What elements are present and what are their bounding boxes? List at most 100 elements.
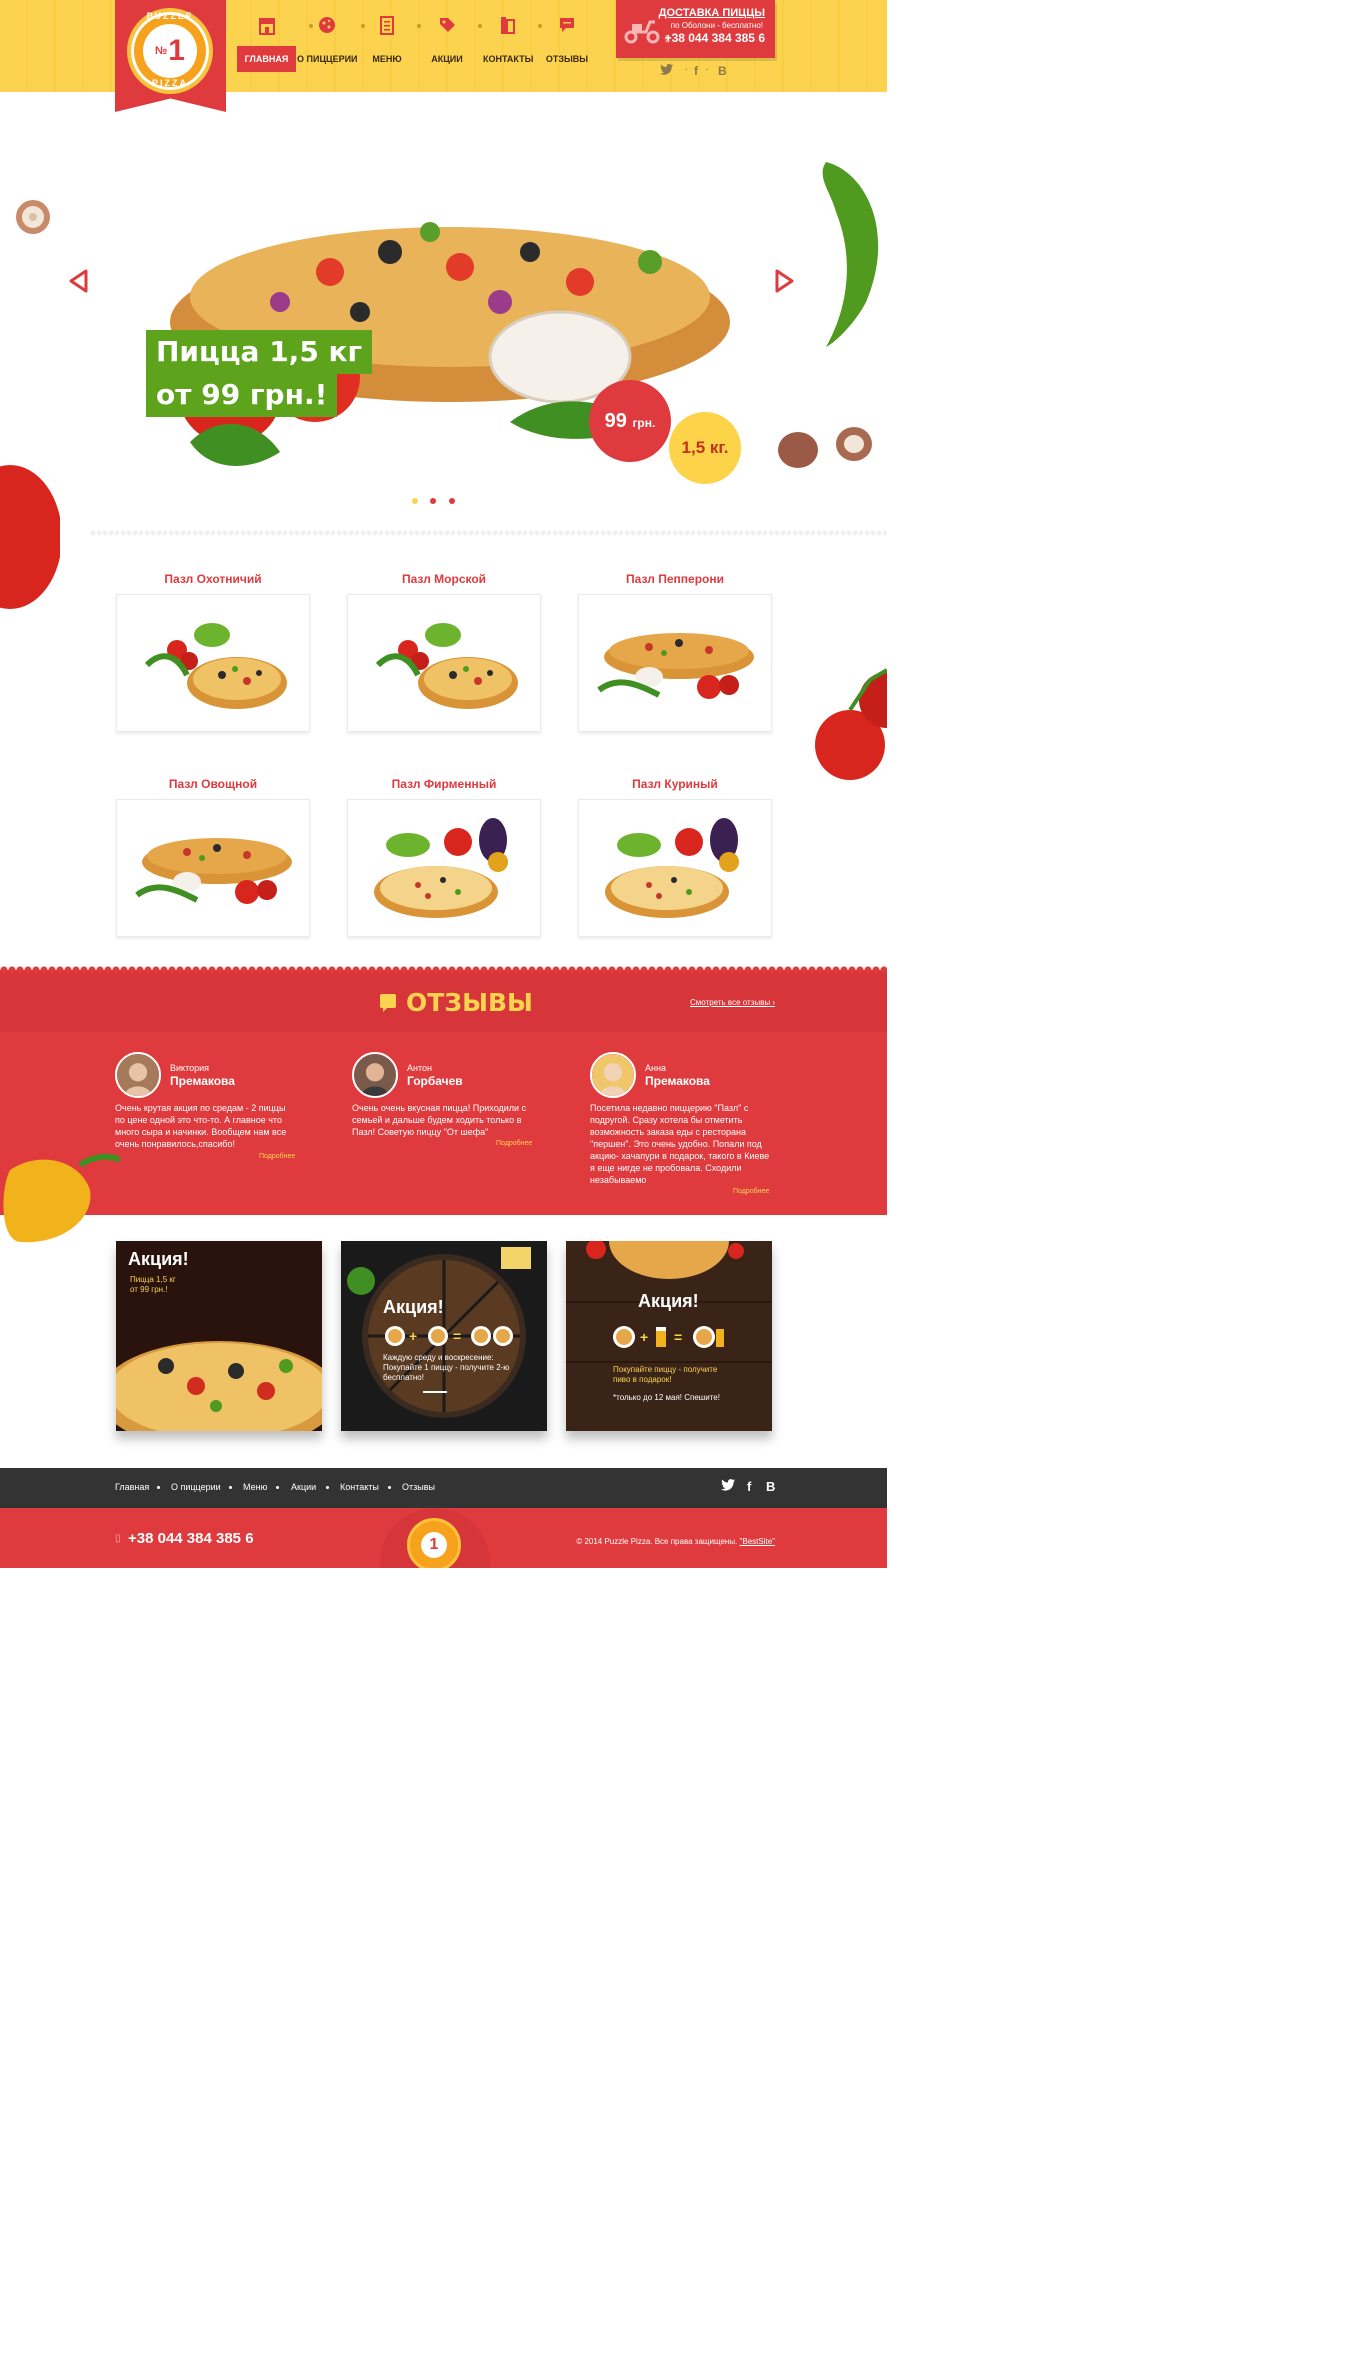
product-image-card[interactable] [116,594,310,732]
hero-divider [90,530,887,536]
nav-label: ГЛАВНАЯ [237,46,296,72]
footer-link-reviews[interactable]: Отзывы [402,1482,435,1492]
tag-icon [437,14,457,36]
footer-separator [326,1486,329,1489]
promo-title: Акция! [128,1249,189,1269]
review-text: Посетила недавно пиццерию "Пазл" с подру… [590,1103,770,1185]
reviewer-last-name: Горбачев [407,1074,463,1088]
nav-label: ОТЗЫВЫ [545,54,589,64]
avatar [115,1052,161,1098]
delivery-box[interactable]: ДОСТАВКА ПИЦЦЫ по Оболони - бесплатно! ▯… [616,0,775,58]
promo-text: Пицца 1,5 кг [130,1275,176,1284]
logo-digit: 1 [168,34,185,67]
twitter-icon[interactable] [660,64,673,78]
slider-next-arrow[interactable] [773,269,795,293]
vk-icon[interactable]: В [766,1479,775,1494]
svg-text:+: + [409,1328,417,1344]
delivery-phone[interactable]: +38 044 384 385 6 [665,31,765,45]
chat-icon [557,14,577,36]
footer-link-home[interactable]: Главная [115,1482,149,1492]
reviewer-first-name: Антон [407,1063,432,1073]
nav-separator [538,24,542,28]
nav-item-menu[interactable]: МЕНЮ [367,14,407,74]
nav-separator [478,24,482,28]
facebook-icon[interactable]: f [694,64,698,78]
nav-item-about[interactable]: О ПИЦЦЕРИИ [297,14,358,74]
footer-link-menu[interactable]: Меню [243,1482,267,1492]
svg-text:=: = [453,1328,461,1344]
footer-logo[interactable]: 1 [407,1518,461,1568]
developer-link[interactable]: "BestSite" [740,1537,775,1546]
vk-icon[interactable]: В [718,64,727,78]
avatar [352,1052,398,1098]
review-more-link[interactable]: Подробнее [259,1153,295,1160]
reviews-title: ОТЗЫВЫ [406,988,533,1017]
nav-item-contacts[interactable]: КОНТАКТЫ [483,14,534,74]
slider-dot[interactable] [449,498,455,504]
promo-text: Каждую среду и воскресение: Покупайте 1 … [383,1353,510,1382]
phone-icon [497,14,517,36]
product-name[interactable]: Пазл Куриный [578,777,772,791]
footer-link-about[interactable]: О пиццерии [171,1482,221,1492]
promo-underline [423,1391,447,1393]
footer-link-promos[interactable]: Акции [291,1482,316,1492]
pepper-decor-icon [822,162,879,347]
pizza-image [597,633,754,699]
delivery-title[interactable]: ДОСТАВКА ПИЦЦЫ [659,7,765,19]
see-all-reviews-link[interactable]: Смотреть все отзывы › [690,998,775,1007]
copyright: © 2014 Puzzle Pizza. Все права защищены.… [576,1537,775,1546]
product-image-card[interactable] [347,799,541,937]
product-image-card[interactable] [578,799,772,937]
logo-number: № 1 [143,24,197,78]
avatar [590,1052,636,1098]
mobile-icon: ▯ [115,1533,121,1544]
price-value: 99 [604,410,627,432]
hero-headline-line2: от 99 грн.! [146,373,338,417]
product-image-card[interactable] [578,594,772,732]
nav-label: КОНТАКТЫ [483,54,534,64]
nav-item-promos[interactable]: АКЦИИ [427,14,467,74]
reviewer-first-name: Виктория [170,1063,210,1073]
yellow-pepper-decor-icon [3,1153,120,1243]
social-separator: · [685,65,688,74]
mushrooms-decor-icon [778,427,872,468]
product-name[interactable]: Пазл Фирменный [347,777,541,791]
nav-label: МЕНЮ [372,54,402,64]
nav-item-reviews[interactable]: ОТЗЫВЫ [545,14,589,74]
product-name[interactable]: Пазл Овощной [116,777,310,791]
copyright-text: © 2014 Puzzle Pizza. Все права защищены. [576,1537,738,1546]
hero-headline-line1: Пицца 1,5 кг [146,330,373,374]
review-more-link[interactable]: Подробнее [496,1140,532,1147]
header-social: · f · В [658,64,738,80]
twitter-icon[interactable] [721,1479,735,1494]
review-more-link[interactable]: Подробнее [733,1188,769,1195]
promo-title: Акция! [383,1297,444,1317]
footer-separator [157,1486,160,1489]
scooter-icon [622,14,662,44]
product-name[interactable]: Пазл Пепперони [578,572,772,586]
reviews-scallop-edge [0,966,887,974]
nav-item-home[interactable]: ГЛАВНАЯ [237,14,296,74]
reviews-section: ОТЗЫВЫ Смотреть все отзывы › Виктория Пр… [0,966,887,1215]
footer-link-contacts[interactable]: Контакты [340,1482,379,1492]
product-name[interactable]: Пазл Морской [347,572,541,586]
svg-text:+: + [640,1329,648,1345]
slider-prev-arrow[interactable] [68,269,90,293]
hero-slider: Пицца 1,5 кг от 99 грн.! 99 грн. 1,5 кг. [0,92,887,532]
product-image-card[interactable] [347,594,541,732]
slider-dot[interactable] [430,498,436,504]
promo-card-3[interactable]: Акция! + = Покупайте пиццу - получите пи… [566,1241,772,1431]
product-name[interactable]: Пазл Охотничий [116,572,310,586]
pizza-image [135,838,292,904]
review-text: Очень крутая акция по средам - 2 пиццы п… [115,1103,287,1149]
product-image-card[interactable] [116,799,310,937]
footer-phone[interactable]: +38 044 384 385 6 [128,1530,254,1547]
pizza-plus-beer-icon: + = [613,1326,724,1348]
facebook-icon[interactable]: f [747,1479,751,1494]
price-badge: 99 грн. [589,380,671,462]
pizza-image [605,818,739,918]
promo-card-1[interactable]: Акция! Пицца 1,5 кг от 99 грн.! [116,1241,322,1431]
slider-dot-active[interactable] [412,498,418,504]
footer-separator [229,1486,232,1489]
promo-card-2[interactable]: Акция! + = Каждую среду и воскресение: П… [341,1241,547,1431]
